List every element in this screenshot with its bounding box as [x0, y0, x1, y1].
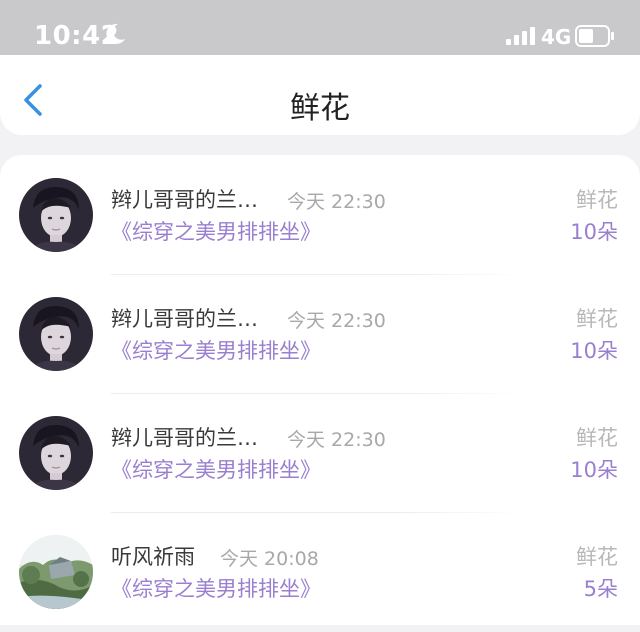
list-item[interactable]: 辫儿哥哥的兰… 今天 22:30 《综穿之美男排排坐》 鲜花 10朵 [0, 155, 640, 275]
sender-name: 辫儿哥哥的兰… [111, 188, 258, 212]
avatar[interactable] [19, 297, 93, 371]
sender-name: 辫儿哥哥的兰… [111, 426, 258, 450]
network-type: 4G [541, 25, 572, 49]
gift-quantity: 5朵 [583, 577, 618, 601]
gift-type: 鲜花 [576, 545, 618, 569]
book-title[interactable]: 《综穿之美男排排坐》 [111, 454, 321, 484]
gift-quantity: 10朵 [570, 339, 618, 363]
list-item[interactable]: 辫儿哥哥的兰… 今天 22:30 《综穿之美男排排坐》 鲜花 10朵 [0, 274, 640, 394]
timestamp: 今天 20:08 [220, 548, 319, 570]
timestamp: 今天 22:30 [287, 429, 386, 451]
sender-name: 听风祈雨 [111, 545, 195, 569]
gift-quantity: 10朵 [570, 458, 618, 482]
book-title[interactable]: 《综穿之美男排排坐》 [111, 335, 321, 365]
avatar[interactable] [19, 178, 93, 252]
timestamp: 今天 22:30 [287, 191, 386, 213]
gift-type: 鲜花 [576, 426, 618, 450]
page-title: 鲜花 [290, 91, 350, 126]
nav-header: 鲜花 [0, 55, 640, 135]
list-item[interactable]: 听风祈雨 今天 20:08 《综穿之美男排排坐》 鲜花 5朵 [0, 512, 640, 632]
avatar[interactable] [19, 416, 93, 490]
gift-quantity: 10朵 [570, 220, 618, 244]
gift-type: 鲜花 [576, 188, 618, 212]
moon-icon [106, 23, 125, 44]
battery-icon [575, 25, 614, 47]
book-title[interactable]: 《综穿之美男排排坐》 [111, 573, 321, 603]
book-title[interactable]: 《综穿之美男排排坐》 [111, 216, 321, 246]
gift-list: 辫儿哥哥的兰… 今天 22:30 《综穿之美男排排坐》 鲜花 10朵 辫儿哥哥的… [0, 155, 640, 625]
cellular-signal-icon [506, 27, 535, 45]
list-item[interactable]: 辫儿哥哥的兰… 今天 22:30 《综穿之美男排排坐》 鲜花 10朵 [0, 393, 640, 513]
sender-name: 辫儿哥哥的兰… [111, 307, 258, 331]
gift-type: 鲜花 [576, 307, 618, 331]
status-bar: 10:42 4G [0, 0, 640, 55]
avatar[interactable] [19, 535, 93, 609]
timestamp: 今天 22:30 [287, 310, 386, 332]
